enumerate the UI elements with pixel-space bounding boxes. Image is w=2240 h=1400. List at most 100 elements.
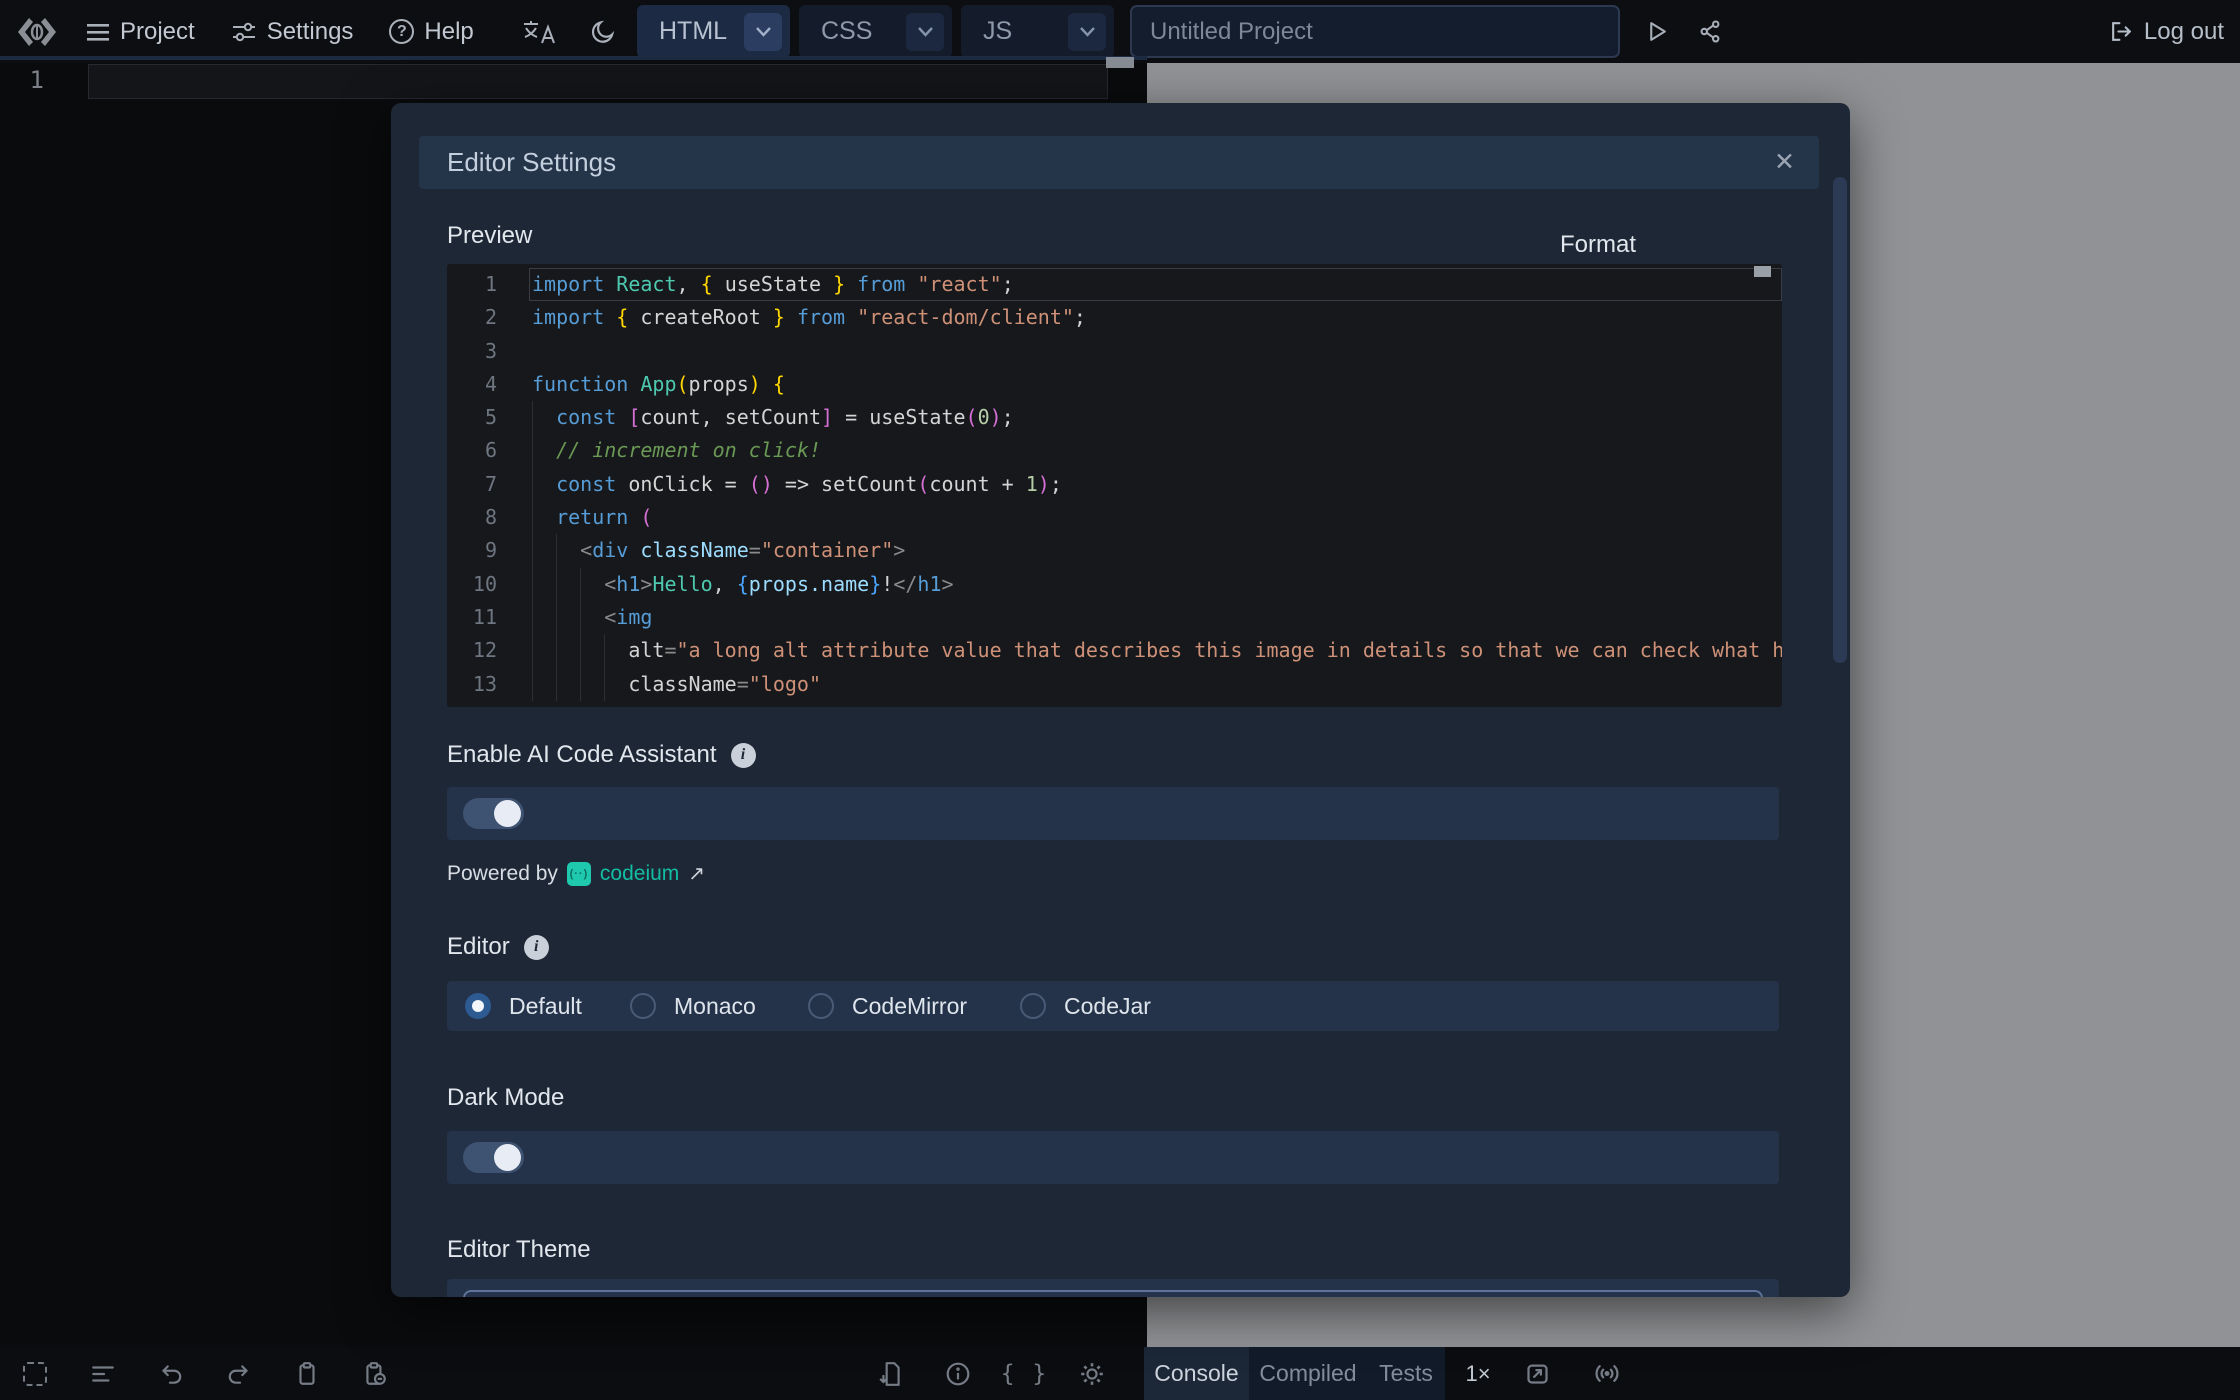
format-code-button[interactable]: [89, 1360, 116, 1387]
menu-settings[interactable]: Settings: [231, 18, 354, 46]
clipboard-icon: [294, 1361, 320, 1387]
run-button[interactable]: [1645, 19, 1670, 44]
menu-project-label: Project: [120, 18, 195, 46]
pane-divider: [0, 56, 1147, 60]
info-icon[interactable]: i: [731, 743, 756, 768]
close-icon[interactable]: ✕: [1774, 150, 1795, 175]
radio-option-codejar[interactable]: CodeJar: [1020, 981, 1151, 1031]
undo-button[interactable]: [157, 1360, 184, 1387]
tab-tests[interactable]: Tests: [1367, 1347, 1445, 1400]
radio-option-monaco[interactable]: Monaco: [630, 981, 756, 1031]
copy-button[interactable]: [293, 1360, 320, 1387]
dark-mode-toggle[interactable]: [463, 1142, 524, 1173]
run-share-group: [1645, 0, 1723, 63]
tab-js-dropdown[interactable]: [1068, 13, 1106, 51]
info-icon[interactable]: i: [524, 935, 549, 960]
menu-project[interactable]: Project: [86, 18, 195, 46]
popout-preview-button[interactable]: [1524, 1347, 1551, 1400]
ai-assistant-row: [447, 787, 1779, 840]
tab-console[interactable]: Console: [1144, 1347, 1249, 1400]
dark-mode-row: [447, 1131, 1779, 1184]
editor-scrollbar-thumb[interactable]: [1106, 57, 1134, 68]
output-tabs-group: Compiled Tests: [1249, 1347, 1445, 1400]
modal-scrollbar-thumb[interactable]: [1833, 177, 1847, 663]
radio-icon: [630, 993, 656, 1019]
code-line: 1import React, { useState } from "react"…: [447, 268, 1782, 301]
code-line: 7 const onClick = () => setCount(count +…: [447, 468, 1782, 501]
selection-icon: [23, 1362, 47, 1386]
dark-mode-toggle-button[interactable]: [590, 19, 616, 45]
gear-icon: [1079, 1361, 1105, 1387]
tab-js[interactable]: JS: [961, 5, 1114, 58]
tab-html-dropdown[interactable]: [744, 13, 782, 51]
tab-css-label: CSS: [821, 17, 872, 46]
radio-label: Default: [509, 993, 582, 1020]
zoom-level-label: 1×: [1465, 1361, 1490, 1387]
menu-help[interactable]: ? Help: [389, 18, 473, 46]
braces-icon: { }: [1001, 1361, 1049, 1387]
radio-option-codemirror[interactable]: CodeMirror: [808, 981, 967, 1031]
format-button[interactable]: Format: [1560, 231, 1636, 259]
tab-tests-label: Tests: [1379, 1360, 1433, 1387]
info-button[interactable]: [944, 1360, 971, 1387]
code-line: 11 <img: [447, 601, 1782, 634]
code-line: 5 const [count, setCount] = useState(0);: [447, 401, 1782, 434]
code-lines: 1import React, { useState } from "react"…: [447, 268, 1782, 701]
code-line: 4function App(props) {: [447, 368, 1782, 401]
editor-settings-modal: Editor Settings ✕ Preview Format 1import…: [391, 103, 1850, 1297]
code-preview-editor[interactable]: 1import React, { useState } from "react"…: [447, 264, 1782, 707]
powered-by-label: Powered by: [447, 862, 558, 886]
help-icon: ?: [389, 19, 414, 44]
powered-by-line: Powered by (··) codeium ↗: [447, 861, 705, 886]
radio-label: CodeMirror: [852, 993, 967, 1020]
share-icon[interactable]: [1698, 19, 1723, 44]
dark-mode-heading: Dark Mode: [447, 1084, 564, 1112]
menu-settings-label: Settings: [267, 18, 354, 46]
redo-button[interactable]: [225, 1360, 252, 1387]
bottom-toolbar: { } Console Compiled Tests: [0, 1347, 2240, 1400]
code-line: 6 // increment on click!: [447, 434, 1782, 467]
current-line-highlight: [88, 64, 1108, 99]
translate-icon: [522, 19, 556, 45]
tab-compiled[interactable]: Compiled: [1249, 1347, 1367, 1400]
logout-button[interactable]: Log out: [2109, 0, 2224, 63]
code-line: 13 className="logo": [447, 668, 1782, 701]
zoom-level[interactable]: 1×: [1455, 1347, 1501, 1400]
live-reload-button[interactable]: [1593, 1347, 1621, 1400]
modal-titlebar: Editor Settings ✕: [419, 136, 1819, 189]
codeium-link[interactable]: codeium: [600, 862, 679, 886]
toggle-knob: [494, 1144, 521, 1171]
chevron-down-icon: [1079, 26, 1096, 37]
tab-html[interactable]: HTML: [637, 5, 790, 58]
export-file-button[interactable]: [877, 1360, 904, 1387]
ai-assistant-heading-label: Enable AI Code Assistant: [447, 741, 717, 769]
translate-button[interactable]: [522, 19, 556, 45]
editor-theme-row: [447, 1279, 1779, 1297]
preview-section-label: Preview: [447, 222, 532, 250]
editor-language-tabs: HTML CSS JS: [637, 5, 1114, 58]
select-all-button[interactable]: [21, 1360, 48, 1387]
file-export-icon: [878, 1361, 904, 1387]
radio-label: Monaco: [674, 993, 756, 1020]
menu-help-label: Help: [424, 18, 473, 46]
tab-css[interactable]: CSS: [799, 5, 952, 58]
editor-line-number: 1: [18, 66, 44, 94]
snippets-button[interactable]: { }: [1011, 1360, 1038, 1387]
code-line: 10 <h1>Hello, {props.name}!</h1>: [447, 568, 1782, 601]
paste-remove-button[interactable]: [361, 1360, 388, 1387]
radio-icon: [465, 993, 491, 1019]
tab-js-label: JS: [983, 17, 1012, 46]
tab-css-dropdown[interactable]: [906, 13, 944, 51]
ai-assistant-toggle[interactable]: [463, 798, 524, 829]
editor-choice-heading-label: Editor: [447, 933, 510, 961]
code-scrollbar-thumb[interactable]: [1754, 266, 1771, 277]
radio-option-default[interactable]: Default: [465, 981, 582, 1031]
editor-theme-select[interactable]: [463, 1290, 1763, 1297]
tab-html-label: HTML: [659, 17, 727, 46]
code-line: 12 alt="a long alt attribute value that …: [447, 634, 1782, 667]
settings-button[interactable]: [1078, 1360, 1105, 1387]
project-name-input[interactable]: Untitled Project: [1130, 5, 1620, 58]
hamburger-icon: [86, 22, 110, 42]
output-tabs: Console Compiled Tests: [1144, 1347, 1445, 1400]
editor-choice-heading: Editor i: [447, 933, 549, 961]
